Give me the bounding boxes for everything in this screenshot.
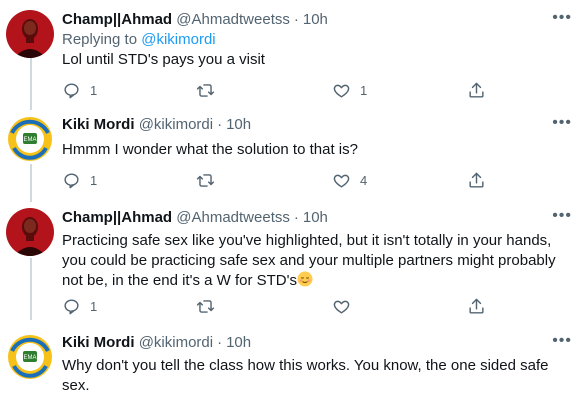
separator-dot: · xyxy=(293,11,299,28)
share-icon xyxy=(469,298,484,314)
tweet[interactable]: EMA Kiki Mordi @kikimordi · 10h ••• Why do… xyxy=(0,333,580,401)
tweet-header: Kiki Mordi @kikimordi · 10h xyxy=(62,333,251,353)
reply-count: 1 xyxy=(90,82,98,98)
tweet[interactable]: Champ||Ahmad @Ahmadtweetss · 10h ••• Reply… xyxy=(0,10,580,105)
timestamp[interactable]: 10h xyxy=(303,11,328,28)
more-icon[interactable]: ••• xyxy=(552,115,572,131)
more-icon[interactable]: ••• xyxy=(552,333,572,349)
svg-text:EMA: EMA xyxy=(23,355,36,361)
tweet-text: Lol until STD's pays you a visit xyxy=(62,51,265,68)
tweet-actions: 1 4 xyxy=(62,170,532,190)
tweet[interactable]: EMA Kiki Mordi @kikimordi · 10h ••• Hmmm I… xyxy=(0,115,580,200)
like-count: 1 xyxy=(360,82,368,98)
share-button[interactable] xyxy=(467,80,486,100)
more-icon[interactable]: ••• xyxy=(552,208,572,224)
tweet-header: Champ||Ahmad @Ahmadtweetss · 10h xyxy=(62,10,328,30)
separator-dot: · xyxy=(217,116,223,133)
reply-icon xyxy=(64,172,79,188)
like-icon xyxy=(333,174,350,188)
avatar[interactable] xyxy=(6,10,54,58)
more-icon[interactable]: ••• xyxy=(552,10,572,26)
svg-text:EMA: EMA xyxy=(23,137,36,143)
reply-button[interactable]: 1 xyxy=(62,296,97,316)
like-button[interactable]: 4 xyxy=(332,170,367,190)
relieved-face-emoji xyxy=(297,271,313,287)
reply-button[interactable]: 1 xyxy=(62,170,97,190)
timestamp[interactable]: 10h xyxy=(303,209,328,226)
avatar[interactable]: EMA xyxy=(6,115,54,163)
retweet-icon xyxy=(196,83,215,97)
like-button[interactable]: 1 xyxy=(332,80,367,100)
tweet-actions: 1 xyxy=(62,296,532,316)
display-name[interactable]: Champ||Ahmad xyxy=(62,11,172,28)
separator-dot: · xyxy=(293,209,299,226)
replying-to-label: Replying to xyxy=(62,31,138,48)
tweet-text: Practicing safe sex like you've highligh… xyxy=(62,231,567,291)
reply-icon xyxy=(64,82,79,98)
tweet-actions: 1 1 xyxy=(62,80,532,100)
retweet-button[interactable] xyxy=(196,80,215,100)
share-icon xyxy=(469,172,484,188)
avatar[interactable] xyxy=(6,208,54,256)
reply-count: 1 xyxy=(90,172,98,188)
retweet-button[interactable] xyxy=(196,170,215,190)
user-handle[interactable]: @Ahmadtweetss xyxy=(176,209,290,226)
like-icon xyxy=(333,300,350,314)
reply-count: 1 xyxy=(90,298,98,314)
timestamp[interactable]: 10h xyxy=(226,116,251,133)
timestamp[interactable]: 10h xyxy=(226,334,251,351)
reply-button[interactable]: 1 xyxy=(62,80,97,100)
reply-icon xyxy=(64,298,79,314)
tweet[interactable]: Champ||Ahmad @Ahmadtweetss · 10h ••• Pract… xyxy=(0,208,580,320)
user-handle[interactable]: @Ahmadtweetss xyxy=(176,11,290,28)
user-handle[interactable]: @kikimordi xyxy=(139,334,213,351)
tweet-text: Why don't you tell the class how this wo… xyxy=(62,357,549,394)
user-handle[interactable]: @kikimordi xyxy=(139,116,213,133)
retweet-icon xyxy=(196,299,215,313)
replying-to: Replying to @kikimordi xyxy=(62,30,216,50)
tweet-text: Hmmm I wonder what the solution to that … xyxy=(62,141,358,158)
like-icon xyxy=(333,84,350,98)
share-button[interactable] xyxy=(467,296,486,316)
display-name[interactable]: Champ||Ahmad xyxy=(62,209,172,226)
like-count: 4 xyxy=(360,172,368,188)
share-icon xyxy=(469,82,484,98)
display-name[interactable]: Kiki Mordi xyxy=(62,334,135,351)
avatar[interactable]: EMA xyxy=(6,333,54,381)
separator-dot: · xyxy=(217,334,223,351)
retweet-icon xyxy=(196,173,215,187)
share-button[interactable] xyxy=(467,170,486,190)
replying-to-handle[interactable]: @kikimordi xyxy=(141,31,215,48)
display-name[interactable]: Kiki Mordi xyxy=(62,116,135,133)
tweet-header: Kiki Mordi @kikimordi · 10h xyxy=(62,115,251,135)
like-button[interactable] xyxy=(332,296,351,316)
tweet-header: Champ||Ahmad @Ahmadtweetss · 10h xyxy=(62,208,328,228)
retweet-button[interactable] xyxy=(196,296,215,316)
